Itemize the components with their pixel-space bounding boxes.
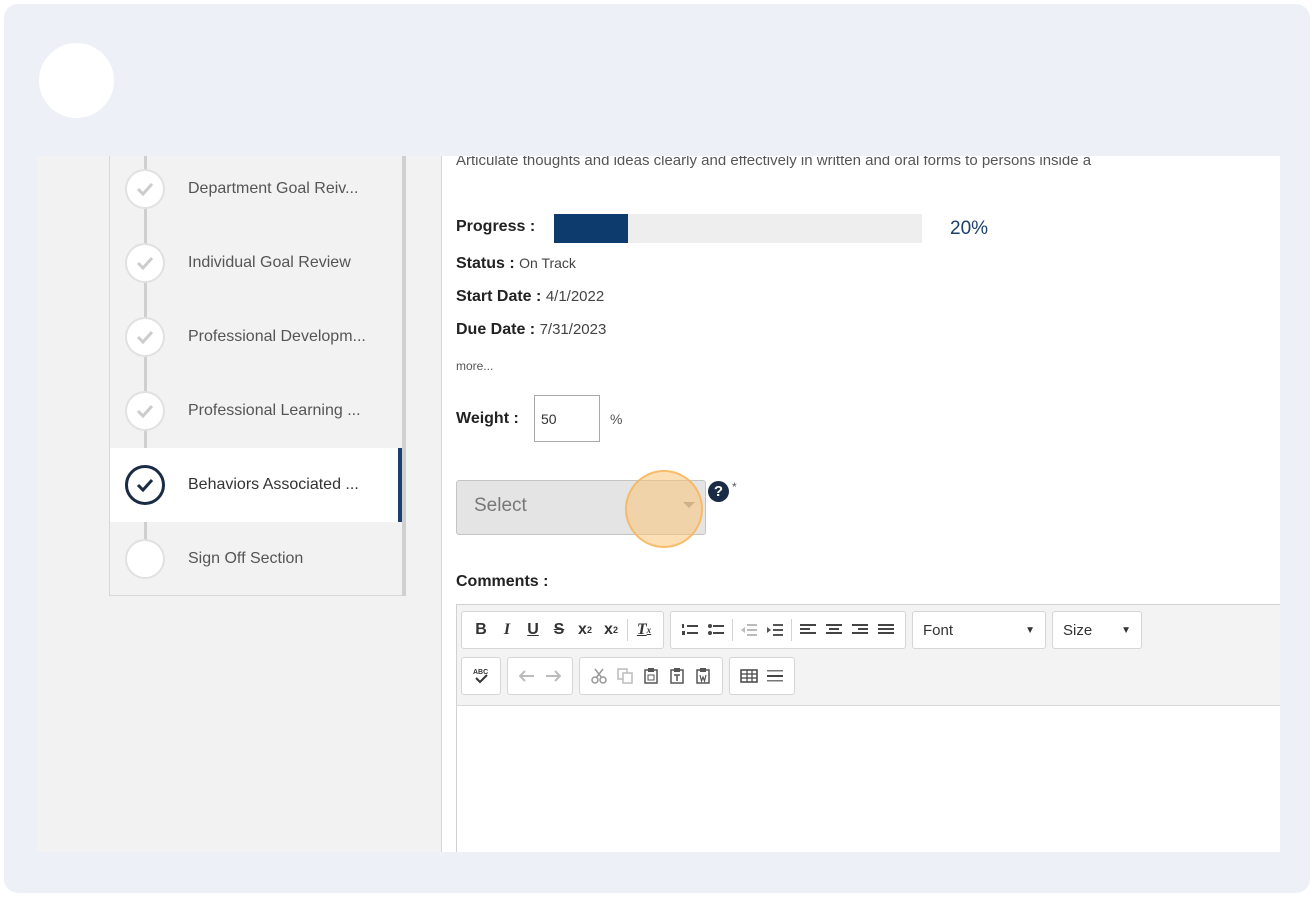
check-icon — [125, 391, 165, 431]
insert-group — [729, 657, 795, 695]
due-date-row: Due Date : 7/31/2023 — [456, 321, 606, 339]
step-label: Department Goal Reiv... — [188, 180, 359, 197]
undo-icon[interactable] — [514, 661, 540, 691]
required-marker: * — [732, 480, 737, 494]
align-right-icon[interactable] — [847, 615, 873, 645]
status-label: Status : — [456, 255, 515, 272]
clipboard-group — [579, 657, 723, 695]
outdent-icon[interactable] — [736, 615, 762, 645]
goal-description: Articulate thoughts and ideas clearly an… — [456, 156, 1092, 169]
spellcheck-group: ABC — [461, 657, 501, 695]
comments-label: Comments : — [456, 573, 549, 590]
chevron-down-icon: ▼ — [1025, 624, 1035, 636]
bold-icon[interactable]: B — [468, 615, 494, 645]
font-size-dropdown[interactable]: Size ▼ — [1052, 611, 1142, 649]
more-link[interactable]: more... — [456, 359, 493, 373]
step-label: Professional Learning ... — [188, 402, 361, 419]
check-icon — [125, 317, 165, 357]
paste-icon[interactable] — [638, 661, 664, 691]
strikethrough-icon[interactable]: S — [546, 615, 572, 645]
step-professional-learning[interactable]: Professional Learning ... — [110, 374, 404, 448]
toolbar-separator — [791, 619, 792, 641]
superscript-icon[interactable]: x2 — [598, 615, 624, 645]
step-department-goal-review[interactable]: Department Goal Reiv... — [110, 156, 404, 226]
comments-editor: B I U S x2 x2 Tx Font ▼ Size ▼ ABC — [456, 604, 1280, 852]
click-indicator — [625, 470, 703, 548]
step-behaviors-associated[interactable]: Behaviors Associated ... — [110, 448, 404, 522]
step-label: Sign Off Section — [188, 550, 304, 567]
font-family-dropdown[interactable]: Font ▼ — [912, 611, 1046, 649]
progress-bar — [554, 214, 922, 243]
start-date-row: Start Date : 4/1/2022 — [456, 288, 604, 306]
step-label: Professional Developm... — [188, 328, 366, 345]
start-date-label: Start Date : — [456, 288, 542, 305]
progress-label: Progress : — [456, 218, 536, 235]
toolbar-separator — [627, 619, 628, 641]
status-value: On Track — [519, 255, 576, 271]
redo-icon[interactable] — [540, 661, 566, 691]
spellcheck-icon[interactable]: ABC — [468, 661, 494, 691]
check-icon — [125, 169, 165, 209]
weight-label: Weight : — [456, 410, 519, 427]
due-date-value: 7/31/2023 — [539, 321, 607, 338]
weight-unit: % — [610, 411, 623, 427]
numbered-list-icon[interactable] — [677, 615, 703, 645]
avatar — [39, 43, 114, 118]
empty-circle-icon — [125, 539, 165, 579]
step-professional-development[interactable]: Professional Developm... — [110, 300, 404, 374]
copy-icon[interactable] — [612, 661, 638, 691]
panel-scrollbar[interactable] — [402, 156, 406, 596]
paste-text-icon[interactable] — [664, 661, 690, 691]
horizontal-rule-icon[interactable] — [762, 661, 788, 691]
table-icon[interactable] — [736, 661, 762, 691]
align-center-icon[interactable] — [821, 615, 847, 645]
editor-toolbar-row-1: B I U S x2 x2 Tx Font ▼ Size ▼ — [461, 611, 1142, 649]
subscript-icon[interactable]: x2 — [572, 615, 598, 645]
step-individual-goal-review[interactable]: Individual Goal Review — [110, 226, 404, 300]
font-family-label: Font — [923, 621, 954, 639]
due-date-label: Due Date : — [456, 321, 536, 338]
history-group — [507, 657, 573, 695]
weight-input[interactable] — [534, 395, 600, 442]
section-stepper: Department Goal Reiv... Individual Goal … — [109, 156, 406, 596]
step-sign-off-section[interactable]: Sign Off Section — [110, 522, 404, 596]
progress-percent: 20% — [950, 218, 989, 239]
font-size-label: Size — [1063, 621, 1093, 639]
app-viewport: Department Goal Reiv... Individual Goal … — [37, 156, 1280, 852]
rating-select-value: Select — [474, 495, 527, 516]
chevron-down-icon: ▼ — [1121, 624, 1131, 636]
progress-bar-fill — [554, 214, 628, 243]
check-icon — [125, 465, 165, 505]
editor-toolbar-row-2: ABC — [461, 657, 795, 695]
toolbar-separator — [732, 619, 733, 641]
paste-word-icon[interactable] — [690, 661, 716, 691]
bulleted-list-icon[interactable] — [703, 615, 729, 645]
status-row: Status : On Track — [456, 255, 576, 273]
start-date-value: 4/1/2022 — [545, 288, 605, 305]
underline-icon[interactable]: U — [520, 615, 546, 645]
cut-icon[interactable] — [586, 661, 612, 691]
italic-icon[interactable]: I — [494, 615, 520, 645]
weight-row: Weight : — [456, 410, 519, 428]
align-justify-icon[interactable] — [873, 615, 899, 645]
check-icon — [125, 243, 165, 283]
step-label: Behaviors Associated ... — [188, 476, 359, 493]
screenshot-frame: Department Goal Reiv... Individual Goal … — [4, 4, 1310, 893]
align-left-icon[interactable] — [795, 615, 821, 645]
format-group: B I U S x2 x2 Tx — [461, 611, 664, 649]
remove-format-icon[interactable]: Tx — [631, 615, 657, 645]
comments-text-area[interactable] — [457, 705, 1280, 852]
paragraph-group — [670, 611, 906, 649]
help-icon[interactable]: ? — [708, 481, 729, 502]
goal-detail-panel: Articulate thoughts and ideas clearly an… — [441, 156, 1280, 852]
indent-icon[interactable] — [762, 615, 788, 645]
step-label: Individual Goal Review — [188, 254, 351, 271]
progress-label-row: Progress : — [456, 218, 535, 236]
